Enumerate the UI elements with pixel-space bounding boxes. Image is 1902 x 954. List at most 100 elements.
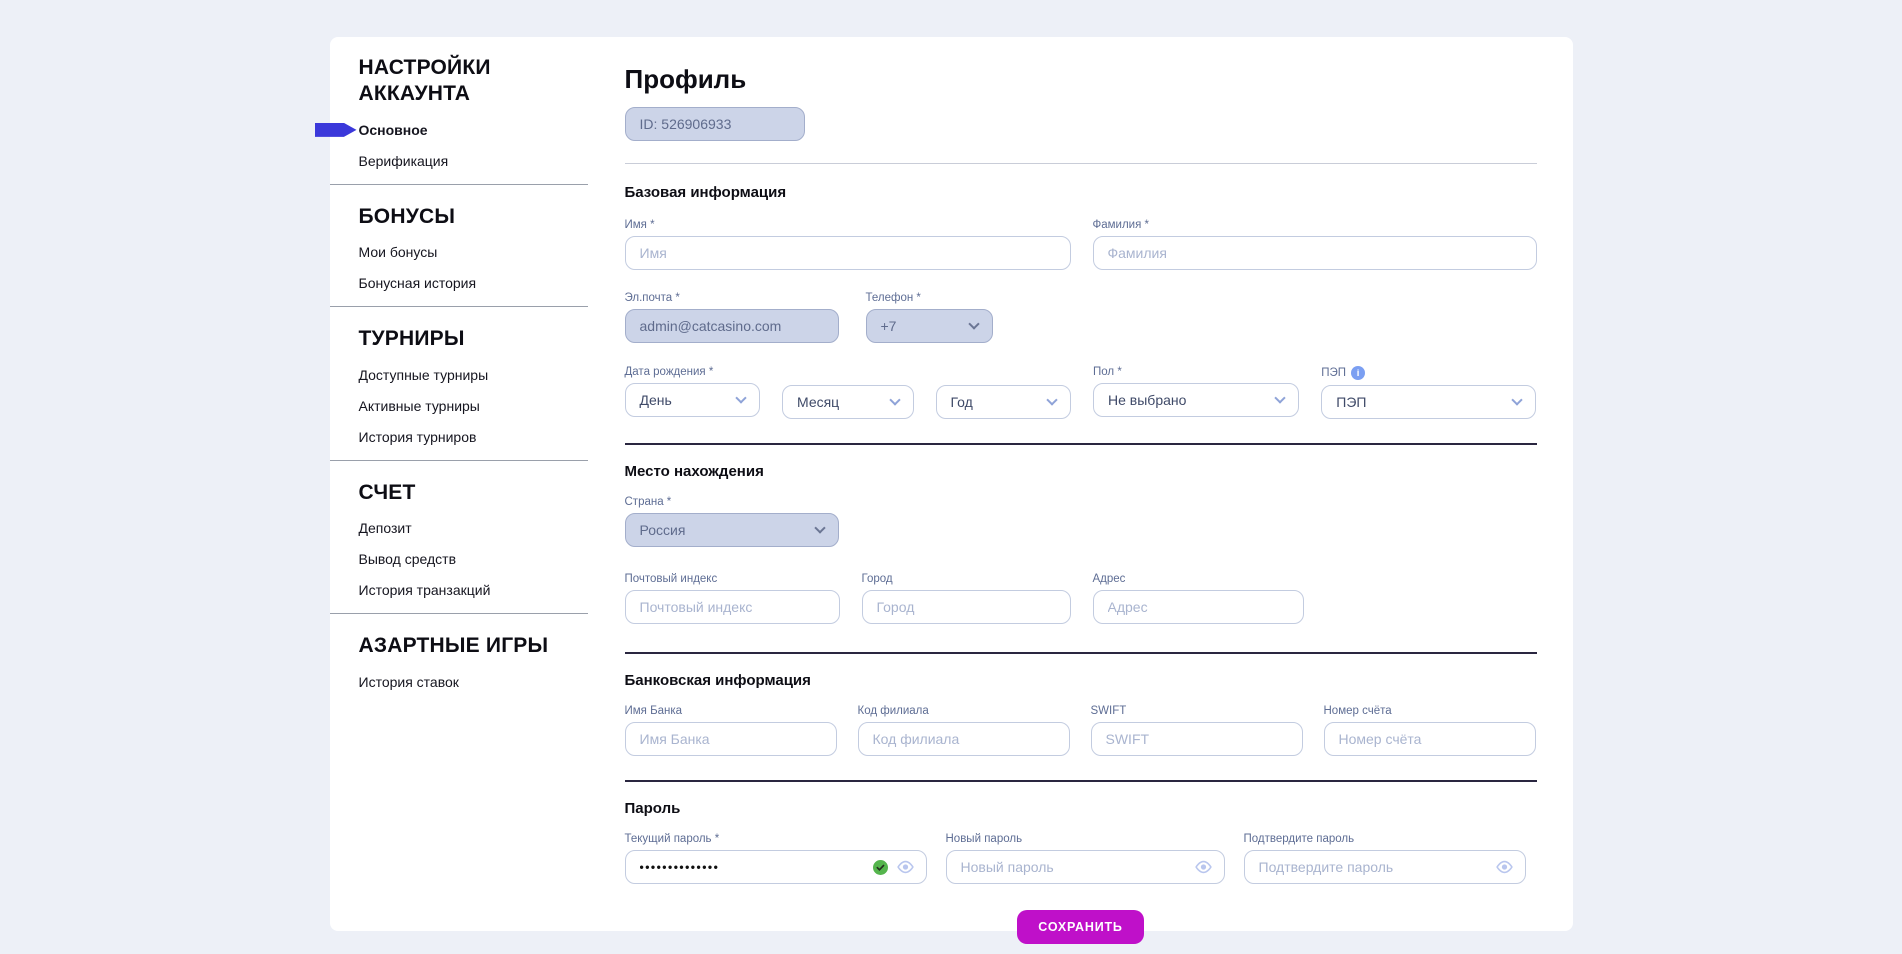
account-number-field: Номер счёта: [1324, 705, 1536, 756]
email-field: Эл.почта *: [625, 292, 839, 343]
pep-select[interactable]: ПЭП: [1321, 385, 1536, 419]
account-settings-card: НАСТРОЙКИ АККАУНТА Основное Верификация …: [330, 37, 1573, 931]
sidebar-item-label: Бонусная история: [359, 275, 477, 291]
account-number-label: Номер счёта: [1324, 705, 1536, 717]
account-number-input[interactable]: [1324, 722, 1536, 756]
eye-icon[interactable]: [1495, 860, 1514, 874]
birth-month-select[interactable]: Месяц: [782, 385, 914, 419]
birth-month-field: Месяц: [782, 366, 914, 419]
pep-label: ПЭПi: [1321, 366, 1536, 380]
sidebar-item-tournament-history[interactable]: История турниров: [330, 429, 588, 445]
first-name-input[interactable]: [625, 236, 1071, 270]
sidebar-item-label: Активные турниры: [359, 398, 480, 414]
country-field: Страна * Россия: [625, 496, 839, 547]
sidebar-item-active-tournaments[interactable]: Активные турниры: [330, 398, 588, 414]
address-label: Адрес: [1093, 573, 1304, 585]
sidebar-section-title-gambling: АЗАРТНЫЕ ИГРЫ: [330, 633, 588, 659]
birth-year-value: Год: [951, 394, 973, 410]
profile-main: Профиль Базовая информация Имя * Фамилия…: [625, 37, 1537, 931]
chevron-down-icon: [968, 318, 979, 329]
chevron-down-icon: [814, 522, 825, 533]
postal-code-label: Почтовый индекс: [625, 573, 840, 585]
confirm-password-input[interactable]: [1244, 850, 1526, 884]
address-field: Адрес: [1093, 573, 1304, 624]
confirm-password-field: Подтвердите пароль: [1244, 833, 1526, 884]
new-password-field: Новый пароль: [946, 833, 1225, 884]
last-name-input[interactable]: [1093, 236, 1537, 270]
birth-day-select[interactable]: День: [625, 383, 761, 417]
last-name-field: Фамилия *: [1093, 219, 1537, 270]
sidebar-item-bonus-history[interactable]: Бонусная история: [330, 275, 588, 291]
phone-field: Телефон * +7: [866, 292, 993, 343]
section-divider: [625, 652, 1537, 654]
birth-year-field: Год: [936, 366, 1072, 419]
sidebar-item-label: Доступные турниры: [359, 367, 489, 383]
sidebar-section-title-account-settings: НАСТРОЙКИ АККАУНТА: [330, 55, 588, 108]
sidebar-section-title-account: СЧЕТ: [330, 480, 588, 506]
sidebar-item-withdrawal[interactable]: Вывод средств: [330, 551, 588, 567]
gender-select[interactable]: Не выбрано: [1093, 383, 1299, 417]
eye-icon[interactable]: [896, 860, 915, 874]
address-input[interactable]: [1093, 590, 1304, 624]
birth-day-field: Дата рождения * День: [625, 366, 761, 419]
chevron-down-icon: [1046, 394, 1057, 405]
sidebar-item-label: Основное: [359, 122, 428, 138]
bank-name-input[interactable]: [625, 722, 837, 756]
section-divider: [625, 780, 1537, 782]
birth-month-value: Месяц: [797, 394, 839, 410]
city-label: Город: [862, 573, 1071, 585]
current-password-field: Текущий пароль *: [625, 833, 927, 884]
sidebar-item-verification[interactable]: Верификация: [330, 153, 588, 169]
gender-value: Не выбрано: [1108, 392, 1186, 408]
swift-input[interactable]: [1091, 722, 1303, 756]
gender-field: Пол * Не выбрано: [1093, 366, 1299, 419]
page: НАСТРОЙКИ АККАУНТА Основное Верификация …: [0, 0, 1902, 954]
info-icon[interactable]: i: [1351, 366, 1365, 380]
sidebar-divider: [330, 306, 588, 307]
swift-field: SWIFT: [1091, 705, 1303, 756]
gender-label: Пол *: [1093, 366, 1299, 378]
sidebar-item-bet-history[interactable]: История ставок: [330, 674, 588, 690]
country-select: Россия: [625, 513, 839, 547]
sidebar-item-label: Вывод средств: [359, 551, 457, 567]
chevron-down-icon: [1275, 392, 1286, 403]
branch-code-field: Код филиала: [858, 705, 1070, 756]
sidebar-item-main[interactable]: Основное: [330, 122, 588, 138]
sidebar-divider: [330, 184, 588, 185]
city-input[interactable]: [862, 590, 1071, 624]
sidebar-item-available-tournaments[interactable]: Доступные турниры: [330, 367, 588, 383]
branch-code-input[interactable]: [858, 722, 1070, 756]
current-password-label: Текущий пароль *: [625, 833, 927, 845]
email-label: Эл.почта *: [625, 292, 839, 304]
branch-code-label: Код филиала: [858, 705, 1070, 717]
first-name-field: Имя *: [625, 219, 1071, 270]
sidebar-item-my-bonuses[interactable]: Мои бонусы: [330, 244, 588, 260]
pep-field: ПЭПi ПЭП: [1321, 366, 1536, 419]
eye-icon[interactable]: [1194, 860, 1213, 874]
sidebar-divider: [330, 613, 588, 614]
chevron-down-icon: [889, 394, 900, 405]
bank-name-label: Имя Банка: [625, 705, 837, 717]
phone-code-select: +7: [866, 309, 993, 343]
active-item-arrow-icon: [315, 123, 357, 137]
birth-year-select[interactable]: Год: [936, 385, 1072, 419]
password-heading: Пароль: [625, 800, 1537, 817]
profile-id-field: [625, 107, 805, 141]
email-input: [625, 309, 839, 343]
bank-name-field: Имя Банка: [625, 705, 837, 756]
new-password-input[interactable]: [946, 850, 1225, 884]
sidebar-item-label: Депозит: [359, 520, 412, 536]
country-label: Страна *: [625, 496, 839, 508]
sidebar-item-transaction-history[interactable]: История транзакций: [330, 582, 588, 598]
sidebar-item-label: Верификация: [359, 153, 449, 169]
sidebar-item-deposit[interactable]: Депозит: [330, 520, 588, 536]
swift-label: SWIFT: [1091, 705, 1303, 717]
last-name-label: Фамилия *: [1093, 219, 1537, 231]
bank-info-heading: Банковская информация: [625, 672, 1537, 689]
postal-code-input[interactable]: [625, 590, 840, 624]
basic-info-heading: Базовая информация: [625, 184, 1537, 201]
save-button[interactable]: СОХРАНИТЬ: [1017, 910, 1144, 944]
pep-value: ПЭП: [1336, 394, 1366, 410]
location-heading: Место нахождения: [625, 463, 1537, 480]
page-title: Профиль: [625, 64, 1537, 95]
